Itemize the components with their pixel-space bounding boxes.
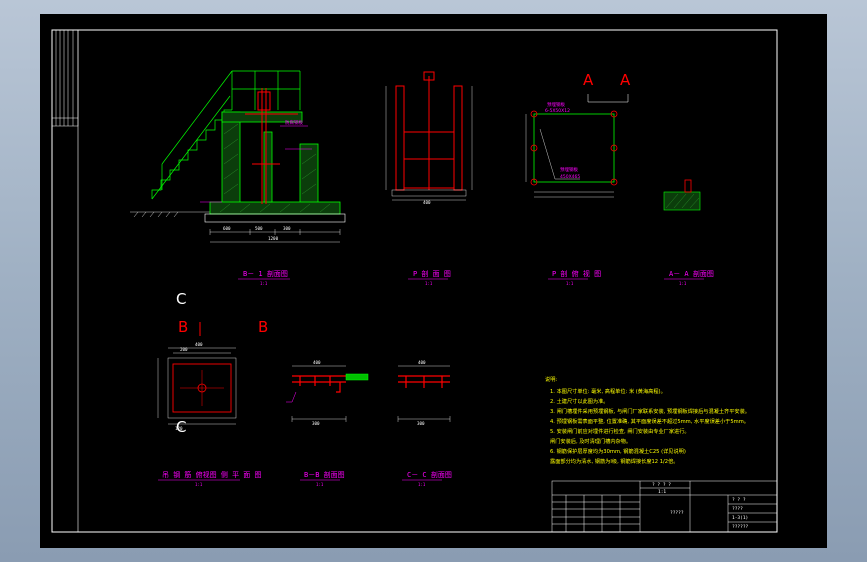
view-b1-section: 防腐钢板 600 500 300 1200 B－ 1 剖面图 1:1 bbox=[130, 70, 346, 286]
dim-bb-bottom: 300 bbox=[312, 421, 320, 426]
view-lifting-plan: B B C C 400 200 120 吊 钢 筋 俯视图 侧 平 面 图 1:… bbox=[157, 290, 268, 487]
tb-right-1: ? ? ? bbox=[732, 497, 746, 503]
view-title-bb: B－B 剖面图 bbox=[304, 470, 345, 479]
tb-right-2: ???? bbox=[732, 506, 743, 512]
view-gate-elevation: 400 P 剖 面 图 1:1 bbox=[385, 71, 473, 286]
plate-size-label: 450X465 bbox=[560, 174, 580, 180]
section-mark-c1: C bbox=[176, 290, 186, 308]
plate-spec-label-2: 预埋钢板 bbox=[560, 166, 578, 173]
view-scale-aa: 1:1 bbox=[679, 281, 687, 286]
view-scale-plate: 1:1 bbox=[566, 281, 574, 286]
note-line-6: 闸门安装后, 及时清理门槽内杂物。 bbox=[550, 437, 631, 445]
tb-right-4: ?????? bbox=[732, 524, 749, 530]
section-mark-b1: B bbox=[178, 318, 188, 336]
view-scale-cc: 1:1 bbox=[418, 482, 426, 487]
note-line-1: 1. 本图尺寸单位: 毫米, 高程单位: 米 (黄海高程)。 bbox=[550, 387, 666, 395]
tb-right-3: 1-3(1) bbox=[732, 515, 748, 521]
dim-1200: 1200 bbox=[268, 236, 279, 241]
view-cc-section: 400 300 C－ C 剖面图 1:1 bbox=[397, 360, 452, 487]
view-aa-section: A－ A 剖面图 1:1 bbox=[663, 179, 714, 286]
view-title-aa: A－ A 剖面图 bbox=[669, 269, 714, 278]
dim-bb-top: 400 bbox=[313, 360, 321, 365]
note-line-2: 2. 土建尺寸以此图为准。 bbox=[550, 397, 608, 405]
note-line-3: 3. 闸门槽埋件采用预埋钢板, 与闸门厂家联系安装, 预埋钢板焊接后与混凝土齐平… bbox=[550, 407, 750, 415]
dim-200-top: 200 bbox=[180, 347, 188, 352]
dim-cc-top: 400 bbox=[418, 360, 426, 365]
view-scale-gate: 1:1 bbox=[425, 281, 433, 286]
dim-600: 600 bbox=[223, 226, 231, 231]
title-block-drawing-name: ????? bbox=[670, 510, 684, 516]
dim-cc-bottom: 300 bbox=[417, 421, 425, 426]
title-block-scale: 1:1 bbox=[658, 489, 666, 495]
view-title-gate: P 剖 面 图 bbox=[413, 269, 451, 278]
drawing-canvas: 防腐钢板 600 500 300 1200 B－ 1 剖面图 1:1 400 P… bbox=[51, 29, 778, 533]
cad-viewport[interactable]: 防腐钢板 600 500 300 1200 B－ 1 剖面图 1:1 400 P… bbox=[40, 14, 827, 548]
binding-strip bbox=[51, 29, 79, 127]
dim-400-top: 400 bbox=[195, 342, 203, 347]
view-title-lifting: 吊 钢 筋 俯视图 侧 平 面 图 bbox=[162, 470, 262, 479]
notes-heading: 说明: bbox=[545, 375, 557, 383]
note-line-4: 4. 预埋钢板需表面平整, 位置准确, 其平面度误差不超过5mm, 水平度误差小… bbox=[550, 417, 749, 425]
view-title-b1: B－ 1 剖面图 bbox=[243, 269, 288, 278]
note-line-8: 露面部分均为清水, 钢筋为Ⅰ级, 钢筋焊接长度12 1/2倍。 bbox=[550, 457, 678, 465]
dim-gate-width: 400 bbox=[423, 200, 431, 205]
view-scale-bb: 1:1 bbox=[316, 482, 324, 487]
view-title-cc: C－ C 剖面图 bbox=[407, 470, 452, 479]
view-bb-section: 400 300 B－B 剖面图 1:1 bbox=[286, 360, 369, 487]
bolt-spec-label: 6-5X50X12 bbox=[545, 108, 570, 114]
note-line-7: 6. 钢筋保护层厚度均为30mm, 钢筋混凝土C25 (详见说明) bbox=[550, 447, 686, 455]
dim-300: 300 bbox=[283, 226, 291, 231]
plate-spec-label: 预埋钢板 bbox=[547, 101, 565, 108]
note-line-5: 5. 安装闸门前应对埋件进行检查, 闸门安装由专业厂家进行。 bbox=[550, 427, 690, 435]
dim-120-bottom: 120 bbox=[175, 426, 183, 431]
outer-frame bbox=[51, 29, 778, 533]
view-scale-b1: 1:1 bbox=[260, 281, 268, 286]
view-scale-lifting: 1:1 bbox=[195, 482, 203, 487]
section-mark-a2: A bbox=[620, 71, 631, 89]
top-label: 防腐钢板 bbox=[285, 119, 303, 126]
section-mark-b2: B bbox=[258, 318, 268, 336]
dim-500: 500 bbox=[255, 226, 263, 231]
section-mark-a1: A bbox=[583, 71, 594, 89]
notes-block: 说明: 1. 本图尺寸单位: 毫米, 高程单位: 米 (黄海高程)。 2. 土建… bbox=[545, 375, 750, 465]
view-plate-plan: A A 预埋钢板 6-5X50X12 预埋钢板 450X465 P 剖 俯 视 … bbox=[525, 71, 631, 286]
view-title-plate: P 剖 俯 视 图 bbox=[552, 269, 601, 278]
title-block-top-label: ? ? ? ? bbox=[652, 482, 671, 488]
